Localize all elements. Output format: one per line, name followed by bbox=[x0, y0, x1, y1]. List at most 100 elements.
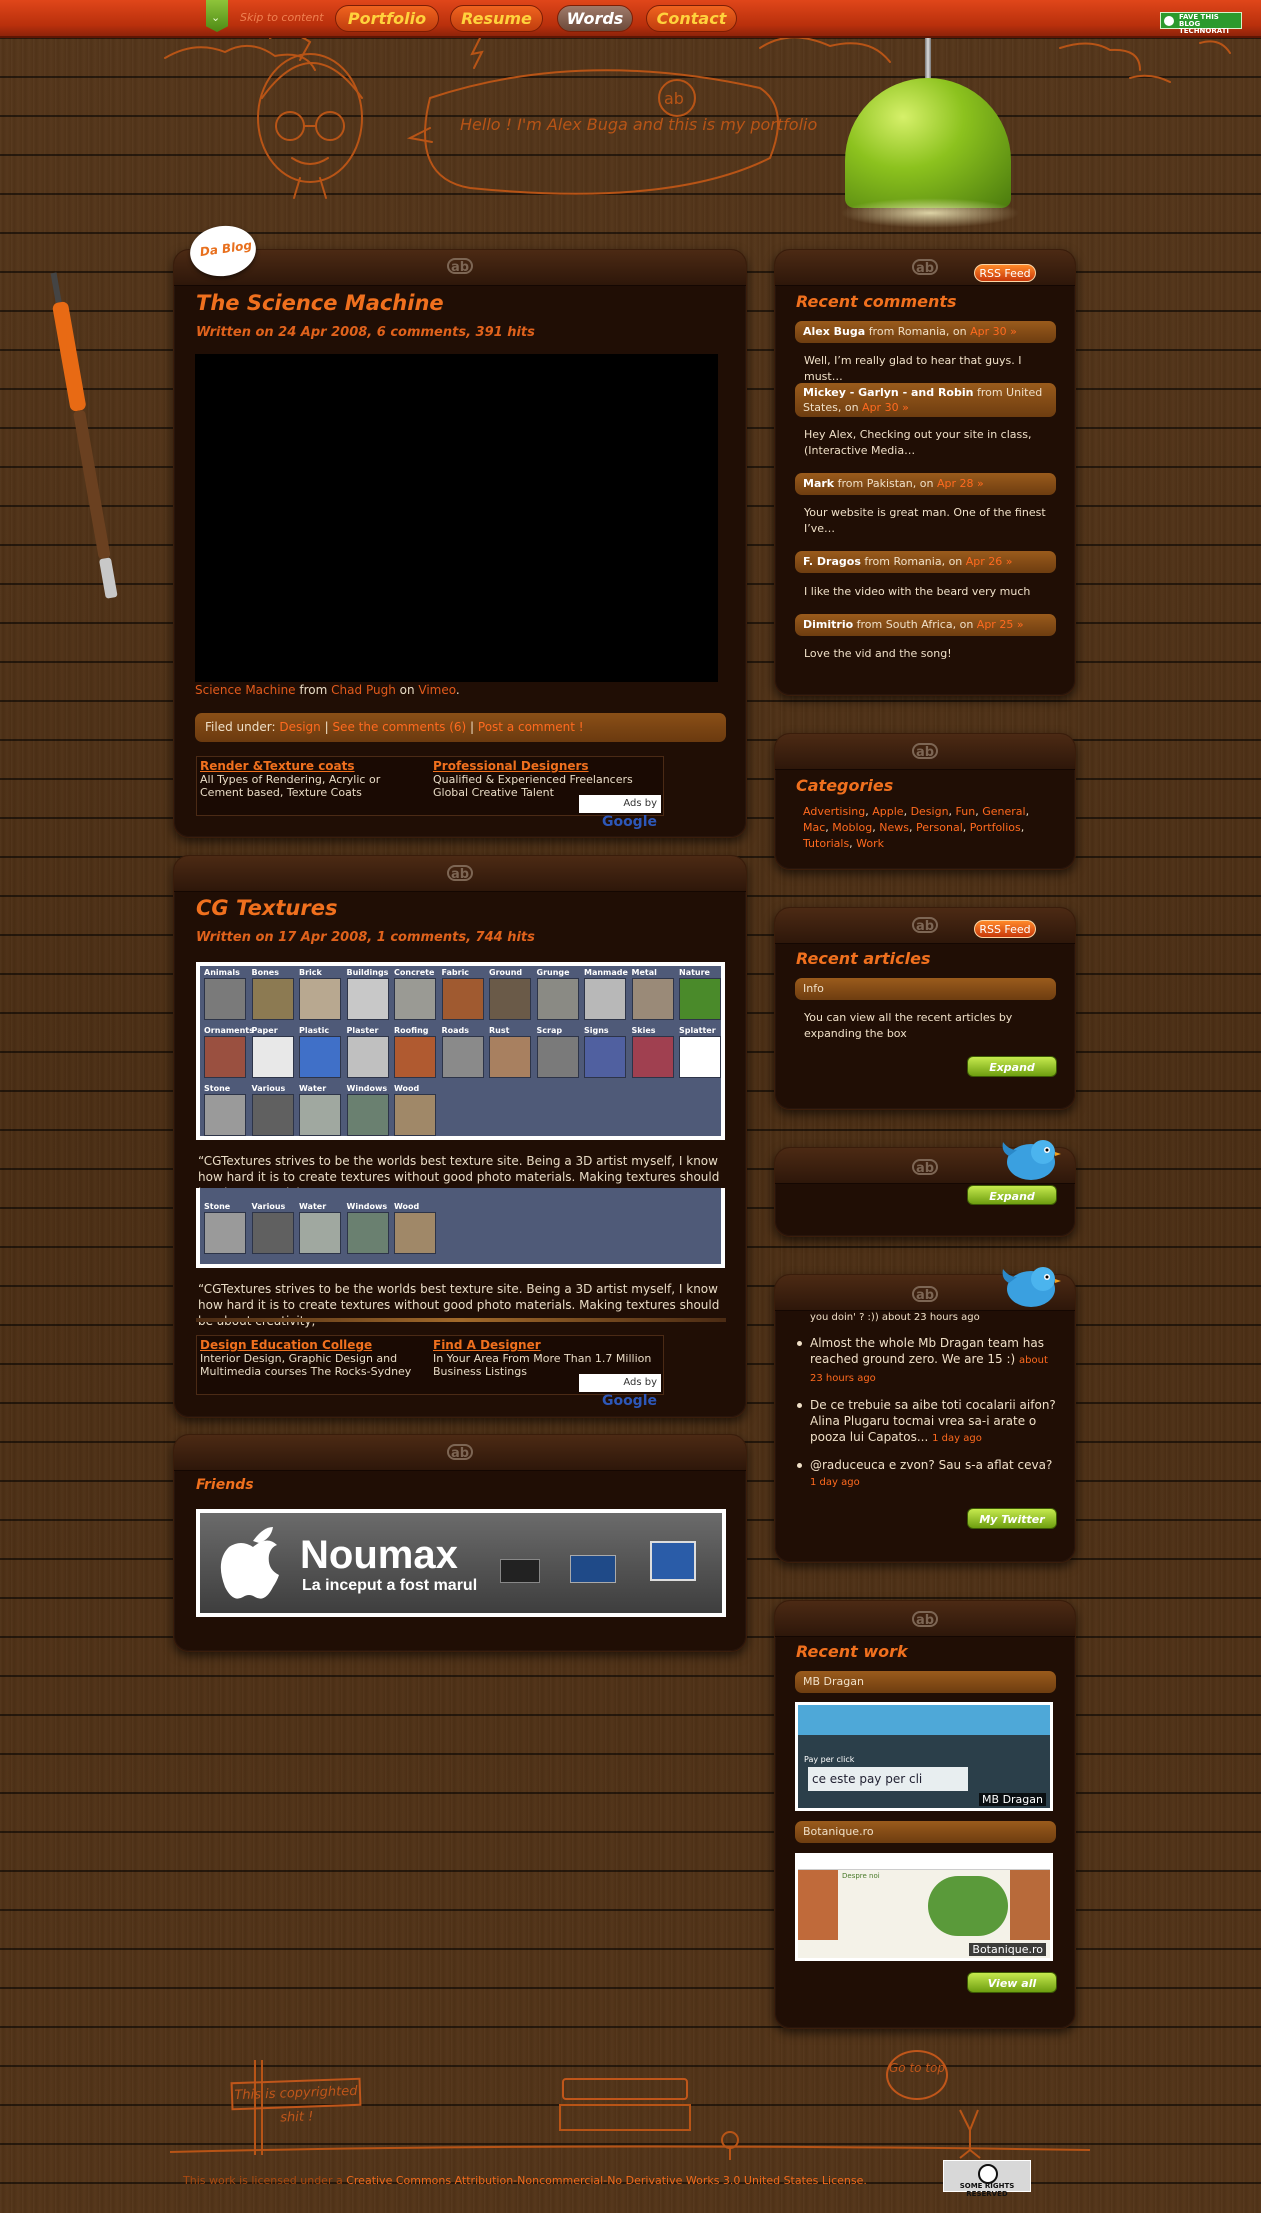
category-link[interactable]: Advertising bbox=[803, 805, 865, 818]
texture-category-ground[interactable]: Ground bbox=[489, 968, 532, 1024]
texture-category-roads[interactable]: Roads bbox=[441, 1026, 485, 1082]
texture-category-bones[interactable]: Bones bbox=[251, 968, 295, 1024]
category-link[interactable]: Fun bbox=[956, 805, 976, 818]
texture-category-stone[interactable]: Stone bbox=[204, 1084, 247, 1140]
nav-words[interactable]: Words bbox=[557, 5, 633, 32]
work-label[interactable]: Botanique.ro bbox=[795, 1821, 1056, 1843]
recent-articles-panel bbox=[774, 907, 1076, 1110]
category-link-design[interactable]: Design bbox=[279, 720, 320, 734]
comment-header[interactable]: F. Dragos from Romania, on Apr 26 » bbox=[795, 551, 1056, 573]
ads-by-google[interactable]: Ads by Google bbox=[579, 795, 661, 830]
tweet-time-link[interactable]: 1 day ago bbox=[932, 1433, 982, 1444]
category-link[interactable]: Work bbox=[856, 837, 884, 850]
cg-textures-image[interactable]: Animals Bones Brick Buildings Concrete Fabric… bbox=[196, 962, 725, 1140]
ads-by-google[interactable]: Ads by Google bbox=[579, 1374, 661, 1409]
texture-category-grunge[interactable]: Grunge bbox=[536, 968, 580, 1024]
nav-portfolio[interactable]: Portfolio bbox=[335, 5, 439, 32]
ab-logo-icon: ab bbox=[912, 917, 938, 934]
ab-logo-icon: ab bbox=[447, 1444, 473, 1461]
video-title-link[interactable]: Science Machine bbox=[195, 683, 296, 697]
texture-category-roofing[interactable]: Roofing bbox=[394, 1026, 437, 1082]
skip-to-content-link[interactable]: Skip to content bbox=[240, 11, 324, 24]
noumax-banner[interactable]: Noumax La inceput a fost marul bbox=[196, 1509, 726, 1617]
category-link[interactable]: Apple bbox=[872, 805, 903, 818]
creative-commons-link[interactable]: Creative Commons Attribution-Noncommerci… bbox=[346, 2174, 867, 2187]
texture-category-fabric[interactable]: Fabric bbox=[441, 968, 485, 1024]
ad-text: Interior Design, Graphic Design and Mult… bbox=[200, 1352, 412, 1378]
ad-title[interactable]: Design Education College bbox=[200, 1339, 420, 1352]
texture-category-windows[interactable]: Windows bbox=[346, 1202, 390, 1258]
da-blog-label: Da Blog bbox=[198, 238, 253, 260]
category-link[interactable]: General bbox=[982, 805, 1025, 818]
comment-header[interactable]: Mark from Pakistan, on Apr 28 » bbox=[795, 473, 1056, 495]
texture-category-water[interactable]: Water bbox=[299, 1084, 342, 1140]
work-thumbnail-botanique[interactable]: Despre noi Botanique.ro bbox=[795, 1853, 1053, 1961]
ad-title[interactable]: Professional Designers bbox=[433, 760, 653, 773]
ad-unit[interactable]: Render &Texture coats All Types of Rende… bbox=[200, 760, 420, 800]
texture-category-plaster[interactable]: Plaster bbox=[346, 1026, 390, 1082]
category-link[interactable]: Personal bbox=[916, 821, 963, 834]
category-link[interactable]: Design bbox=[911, 805, 949, 818]
view-all-button[interactable]: View all bbox=[967, 1972, 1057, 1993]
tweet-time-link[interactable]: 1 day ago bbox=[810, 1477, 860, 1488]
texture-category-paper[interactable]: Paper bbox=[251, 1026, 295, 1082]
texture-category-windows[interactable]: Windows bbox=[346, 1084, 390, 1140]
post-title[interactable]: CG Textures bbox=[196, 896, 337, 920]
rss-feed-button[interactable]: RSS Feed bbox=[974, 920, 1036, 938]
technorati-fave-badge[interactable]: FAVE THIS BLOG TECHNORATI bbox=[1160, 12, 1242, 35]
texture-category-skies[interactable]: Skies bbox=[631, 1026, 675, 1082]
see-comments-link[interactable]: See the comments (6) bbox=[332, 720, 466, 734]
rss-feed-button[interactable]: RSS Feed bbox=[974, 264, 1036, 282]
texture-category-metal[interactable]: Metal bbox=[631, 968, 675, 1024]
post-title[interactable]: The Science Machine bbox=[196, 291, 444, 315]
texture-category-water[interactable]: Water bbox=[299, 1202, 342, 1258]
texture-category-various[interactable]: Various bbox=[251, 1202, 295, 1258]
cg-textures-image-repeat[interactable]: Stone Various Water Windows Wood bbox=[196, 1188, 725, 1268]
nav-resume[interactable]: Resume bbox=[450, 5, 543, 32]
category-link[interactable]: Moblog bbox=[832, 821, 872, 834]
texture-category-buildings[interactable]: Buildings bbox=[346, 968, 390, 1024]
texture-category-stone[interactable]: Stone bbox=[204, 1202, 247, 1258]
ad-title[interactable]: Render &Texture coats bbox=[200, 760, 420, 773]
comment-header[interactable]: Mickey - Garlyn - and Robin from United … bbox=[795, 383, 1056, 417]
work-label[interactable]: MB Dragan bbox=[795, 1671, 1056, 1693]
nav-contact[interactable]: Contact bbox=[646, 5, 737, 32]
expand-button[interactable]: Expand bbox=[967, 1185, 1057, 1205]
my-twitter-button[interactable]: My Twitter bbox=[967, 1508, 1057, 1529]
texture-category-animals[interactable]: Animals bbox=[204, 968, 247, 1024]
texture-category-wood[interactable]: Wood bbox=[394, 1084, 437, 1140]
thumbnail-snippet: Despre noi bbox=[842, 1872, 880, 1880]
texture-category-various[interactable]: Various bbox=[251, 1084, 295, 1140]
comment-header[interactable]: Alex Buga from Romania, on Apr 30 » bbox=[795, 321, 1056, 343]
category-link[interactable]: News bbox=[879, 821, 909, 834]
skip-flag-icon[interactable]: ⌄ bbox=[206, 0, 228, 32]
video-author-link[interactable]: Chad Pugh bbox=[331, 683, 396, 697]
cc-license-badge[interactable]: SOME RIGHTS RESERVED bbox=[943, 2160, 1031, 2198]
texture-category-rust[interactable]: Rust bbox=[489, 1026, 532, 1082]
comment-header[interactable]: Dimitrio from South Africa, on Apr 25 » bbox=[795, 614, 1056, 636]
texture-category-splatter[interactable]: Splatter bbox=[679, 1026, 722, 1082]
texture-category-nature[interactable]: Nature bbox=[679, 968, 722, 1024]
texture-category-manmade[interactable]: Manmade bbox=[584, 968, 628, 1024]
ad-unit[interactable]: Find A Designer In Your Area From More T… bbox=[433, 1339, 653, 1379]
work-thumbnail-mbdragan[interactable]: Pay per click ce este pay per cli MB Dra… bbox=[795, 1702, 1053, 1811]
post-comment-link[interactable]: Post a comment ! bbox=[478, 720, 584, 734]
ad-unit[interactable]: Design Education College Interior Design… bbox=[200, 1339, 420, 1379]
go-to-top-link[interactable]: Go to top bbox=[886, 2050, 948, 2100]
texture-category-signs[interactable]: Signs bbox=[584, 1026, 627, 1082]
texture-category-ornaments[interactable]: Ornaments bbox=[204, 1026, 254, 1082]
vimeo-link[interactable]: Vimeo bbox=[418, 683, 455, 697]
texture-category-wood[interactable]: Wood bbox=[394, 1202, 437, 1258]
texture-category-concrete[interactable]: Concrete bbox=[394, 968, 437, 1024]
expand-button[interactable]: Expand bbox=[967, 1056, 1057, 1077]
ad-unit[interactable]: Professional Designers Qualified & Exper… bbox=[433, 760, 653, 800]
category-link[interactable]: Mac bbox=[803, 821, 825, 834]
ad-title[interactable]: Find A Designer bbox=[433, 1339, 653, 1352]
texture-category-plastic[interactable]: Plastic bbox=[299, 1026, 342, 1082]
comment-excerpt: Love the vid and the song! bbox=[804, 647, 952, 660]
texture-category-scrap[interactable]: Scrap bbox=[536, 1026, 580, 1082]
texture-category-brick[interactable]: Brick bbox=[299, 968, 342, 1024]
category-link[interactable]: Portfolios bbox=[970, 821, 1021, 834]
category-link[interactable]: Tutorials bbox=[803, 837, 849, 850]
video-player[interactable] bbox=[195, 354, 718, 682]
